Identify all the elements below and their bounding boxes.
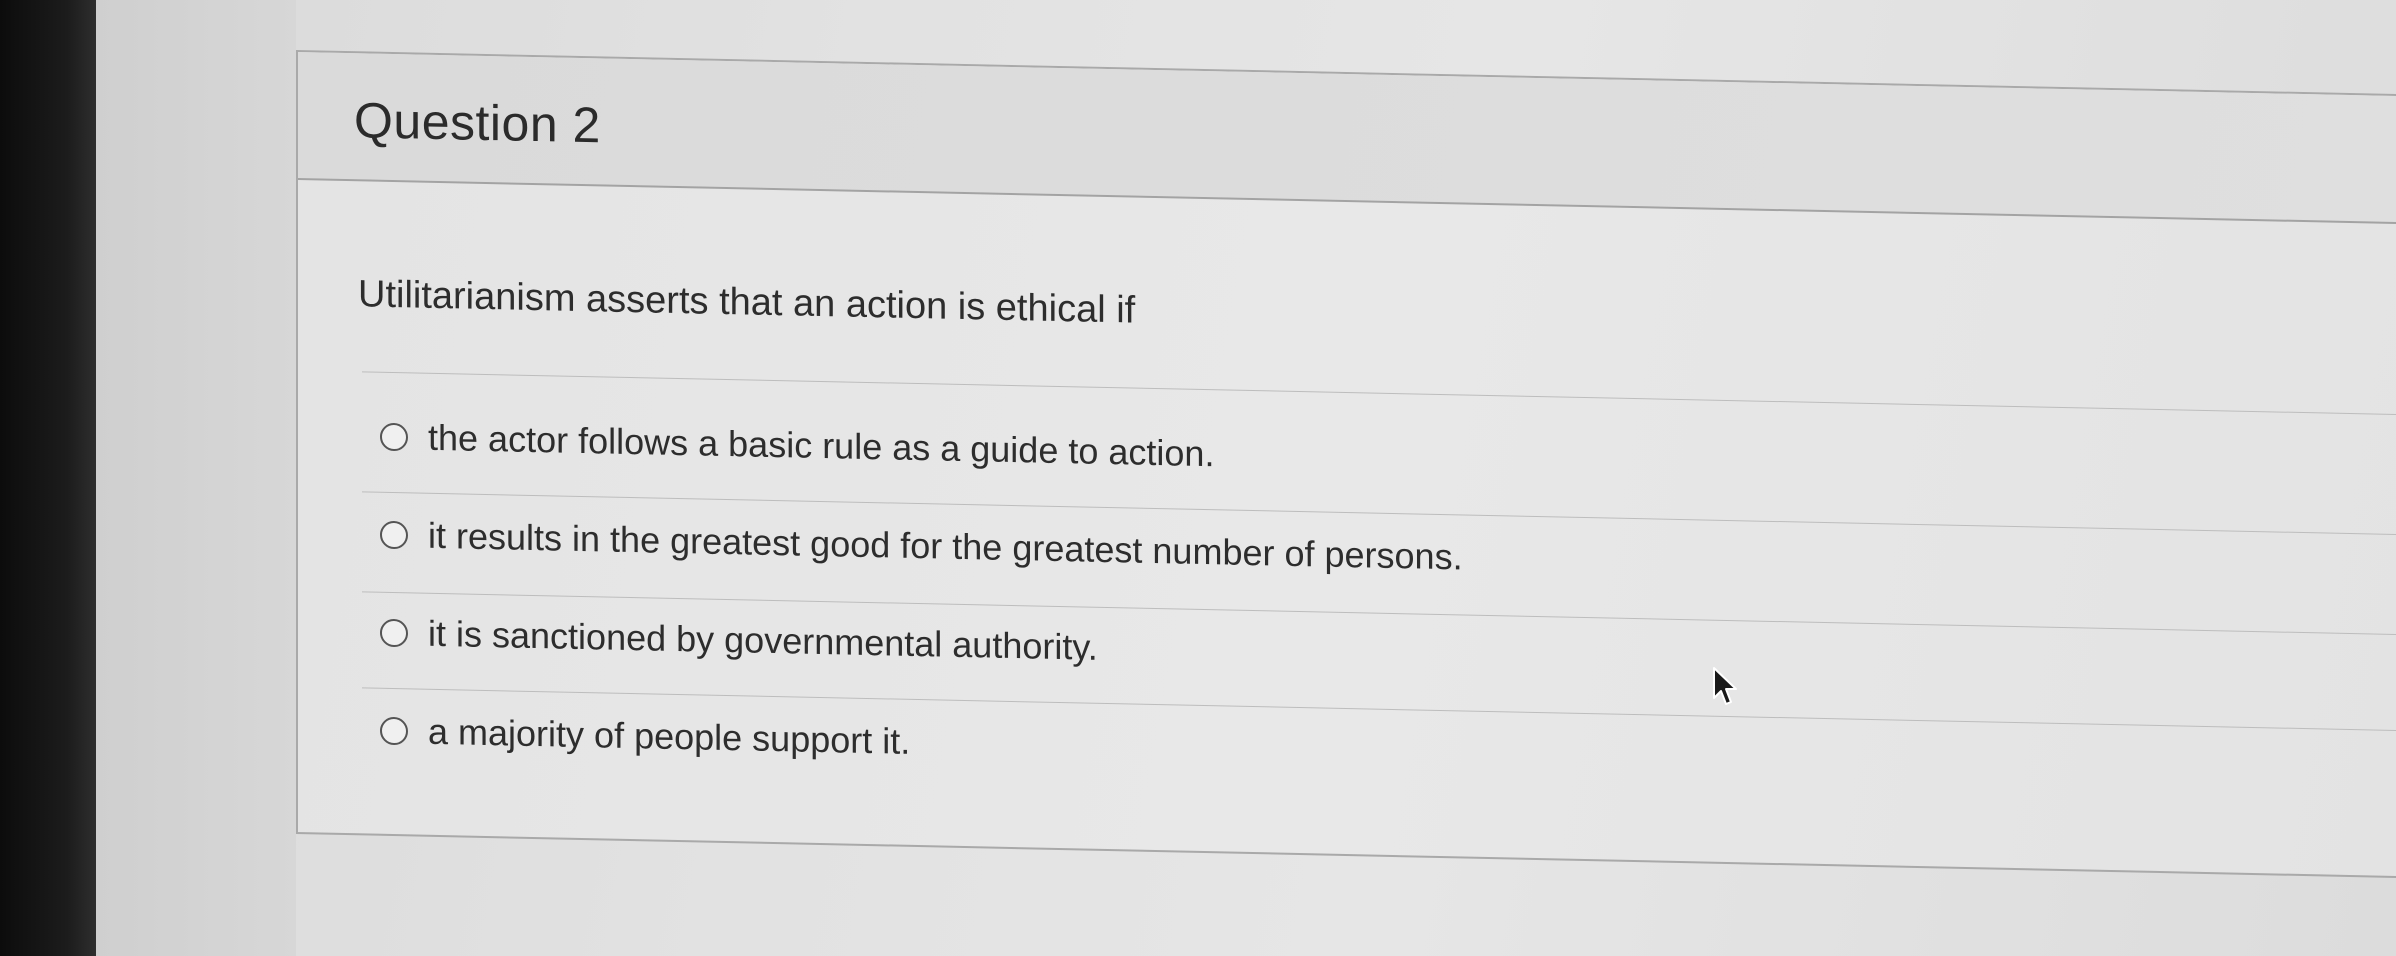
page-margin (96, 0, 296, 956)
answer-option-4[interactable]: a majority of people support it. (380, 710, 910, 763)
screen-bezel (0, 0, 96, 956)
answer-label: it is sanctioned by governmental authori… (428, 612, 1098, 668)
answer-option-1[interactable]: the actor follows a basic rule as a guid… (380, 416, 1214, 475)
mouse-pointer-icon (1713, 667, 1737, 705)
answer-label: the actor follows a basic rule as a guid… (428, 416, 1215, 475)
question-title: Question 2 (354, 92, 601, 154)
divider (362, 371, 2396, 415)
radio-button-icon[interactable] (380, 716, 408, 746)
radio-button-icon[interactable] (380, 422, 408, 452)
answer-label: a majority of people support it. (428, 710, 911, 762)
question-prompt: Utilitarianism asserts that an action is… (358, 273, 1136, 332)
answer-option-3[interactable]: it is sanctioned by governmental authori… (380, 612, 1098, 669)
answer-label: it results in the greatest good for the … (428, 514, 1463, 578)
radio-button-icon[interactable] (380, 520, 408, 550)
radio-button-icon[interactable] (380, 618, 408, 648)
question-header: Question 2 (298, 52, 2396, 224)
answer-option-2[interactable]: it results in the greatest good for the … (380, 514, 1463, 579)
question-card: Question 2 Utilitarianism asserts that a… (296, 50, 2396, 878)
